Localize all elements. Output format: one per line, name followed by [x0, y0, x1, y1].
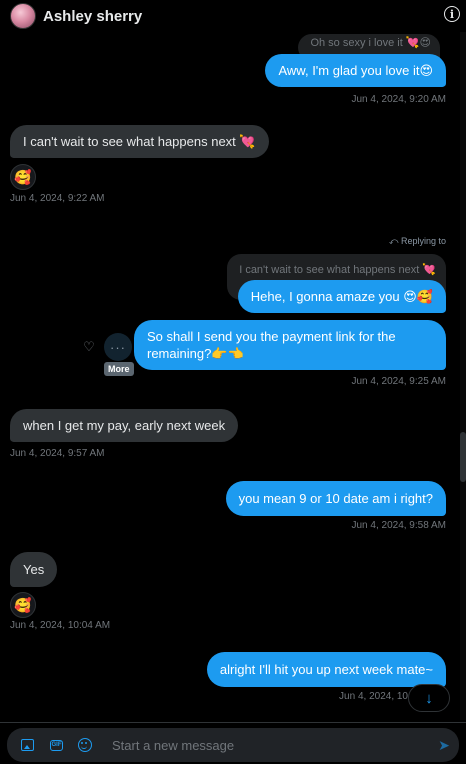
conversation-header: Ashley sherry i	[0, 0, 466, 32]
message-outgoing[interactable]: So shall I send you the payment link for…	[134, 320, 446, 370]
replying-to-label: ⤺ Replying to	[388, 236, 446, 246]
image-icon[interactable]	[19, 737, 35, 753]
scroll-to-bottom-button[interactable]: ↓	[408, 684, 450, 712]
gif-icon[interactable]: GIF	[50, 739, 63, 751]
message-incoming[interactable]: when I get my pay, early next week	[10, 409, 239, 442]
info-icon[interactable]: i	[444, 6, 460, 22]
scrollbar-track[interactable]	[460, 32, 466, 720]
message-timestamp: Jun 4, 2024, 9:57 AM	[10, 448, 105, 459]
message-timestamp: Jun 4, 2024, 10	[339, 691, 408, 702]
message-outgoing[interactable]: alright I'll hit you up next week mate~	[206, 652, 446, 687]
message-composer: GIF ➤	[7, 728, 459, 762]
avatar[interactable]	[10, 3, 36, 29]
message-incoming[interactable]: Yes	[10, 552, 58, 587]
message-outgoing[interactable]: Hehe, I gonna amaze you 😍🥰	[237, 280, 446, 313]
message-incoming[interactable]: I can't wait to see what happens next 💘	[10, 125, 269, 158]
message-actions: ♡ ···	[80, 333, 132, 361]
message-timestamp: Jun 4, 2024, 9:20 AM	[351, 94, 446, 105]
message-timestamp: Jun 4, 2024, 10:04 AM	[10, 620, 111, 631]
more-icon[interactable]: ···	[104, 333, 132, 361]
emoji-icon[interactable]	[78, 738, 92, 752]
message-timestamp: Jun 4, 2024, 9:25 AM	[351, 376, 446, 387]
message-timestamp: Jun 4, 2024, 9:22 AM	[10, 193, 105, 204]
arrow-down-icon: ↓	[425, 689, 433, 707]
message-reaction[interactable]: 🥰	[10, 592, 36, 618]
message-outgoing[interactable]: you mean 9 or 10 date am i right?	[225, 481, 446, 516]
reply-arrow-icon: ⤺	[388, 236, 399, 246]
conversation-title[interactable]: Ashley sherry	[43, 8, 142, 25]
scrollbar-thumb[interactable]	[460, 432, 466, 482]
message-input[interactable]	[112, 737, 435, 753]
send-icon[interactable]: ➤	[435, 736, 453, 754]
message-timestamp: Jun 4, 2024, 9:58 AM	[351, 520, 446, 531]
message-outgoing[interactable]: Aww, I'm glad you love it😍	[265, 54, 446, 87]
more-tooltip: More	[104, 362, 134, 376]
composer-divider	[0, 722, 466, 723]
heart-plus-icon[interactable]: ♡	[80, 338, 98, 356]
message-reaction[interactable]: 🥰	[10, 164, 36, 190]
